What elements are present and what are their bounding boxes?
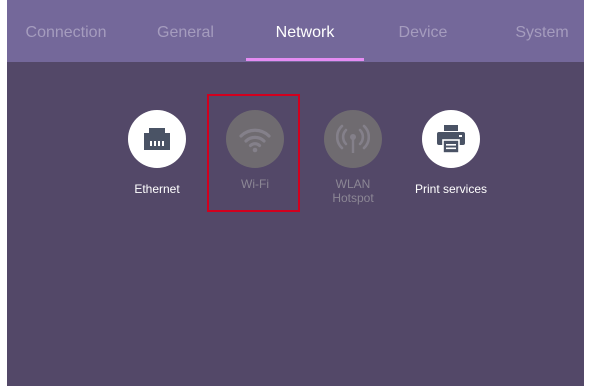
printer-icon	[437, 125, 465, 154]
active-tab-indicator	[246, 58, 364, 61]
ethernet-label: Ethernet	[134, 182, 180, 196]
tab-general[interactable]: General	[125, 0, 246, 62]
wlan-hotspot-button[interactable]	[324, 110, 382, 168]
settings-screen: Connection General Network Device System…	[7, 0, 584, 386]
tab-connection[interactable]: Connection	[7, 0, 125, 62]
print-services-label: Print services	[414, 182, 488, 196]
hotspot-icon	[336, 124, 370, 153]
tab-system[interactable]: System	[482, 0, 584, 62]
ethernet-button[interactable]	[128, 110, 186, 168]
ethernet-port-icon	[144, 128, 170, 150]
tab-bar: Connection General Network Device System	[7, 0, 584, 62]
wlan-hotspot-label: WLAN Hotspot	[332, 177, 374, 205]
print-services-button[interactable]	[422, 110, 480, 168]
highlight-frame	[207, 94, 300, 212]
tab-network[interactable]: Network	[246, 0, 364, 62]
wlan-hotspot-item[interactable]: WLAN Hotspot	[298, 110, 408, 205]
ethernet-item[interactable]: Ethernet	[102, 110, 212, 196]
print-services-item[interactable]: Print services	[396, 110, 506, 196]
tab-device[interactable]: Device	[364, 0, 482, 62]
